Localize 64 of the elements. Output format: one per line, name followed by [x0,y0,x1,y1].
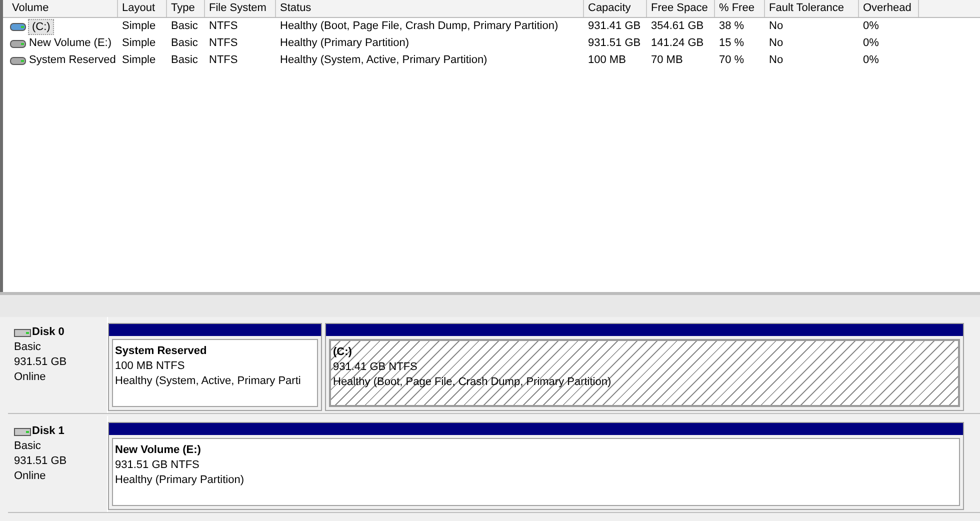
table-cell-text: NTFS [208,36,239,51]
disk-type: Basic [14,340,42,355]
column-header[interactable]: Volume [8,0,118,17]
partition-size: 931.51 GB NTFS [115,459,200,471]
partition-block[interactable]: System Reserved 100 MB NTFS Healthy (System, Active, Primary Parti [108,323,322,411]
table-cell-text: Healthy (Boot, Page File, Crash Dump, Primary Partition) [279,19,560,34]
column-header[interactable]: File System [205,0,276,17]
table-cell-text: 70 MB [650,53,684,68]
table-cell-text: Basic [170,19,199,34]
table-cell-text: No [768,19,784,34]
disk-name: Disk 1 [32,424,64,439]
partition-status: Healthy (System, Active, Primary Parti [115,375,301,387]
column-header[interactable]: Overhead [859,0,919,17]
table-cell-text: Simple [121,36,157,51]
table-cell-text: NTFS [208,53,239,68]
column-header[interactable]: Type [167,0,205,17]
disk-name: Disk 0 [32,325,64,340]
table-cell-text: 931.51 GB [587,36,642,51]
table-cell-text: Simple [121,53,157,68]
table-cell-text: 0% [862,36,880,51]
column-header[interactable]: Layout [118,0,167,17]
table-cell[interactable]: System Reserved [28,52,117,69]
column-header[interactable]: Capacity [584,0,647,17]
column-header[interactable]: Free Space [647,0,715,17]
partition-status: Healthy (Primary Partition) [115,474,244,486]
table-cell-text: No [768,36,784,51]
table-cell-text: 354.61 GB [650,19,705,34]
partition-status: Healthy (Boot, Page File, Crash Dump, Primary Partition) [333,376,612,388]
partition-size: 100 MB NTFS [115,360,185,372]
partition-name: System Reserved [115,345,207,357]
table-cell-text: 0% [862,53,880,68]
table-cell-text: 100 MB [587,53,627,68]
partition-block[interactable]: New Volume (E:) 931.51 GB NTFS Healthy (Primary Partition) [108,422,964,510]
splitter-bar[interactable] [0,292,980,317]
table-cell-text: 15 % [718,36,746,51]
table-cell-text: 931.41 GB [587,19,642,34]
partition-name: (C:) [333,346,352,358]
table-cell-text: 38 % [718,19,746,34]
partition-content[interactable]: New Volume (E:) 931.51 GB NTFS Healthy (Primary Partition) [112,438,960,506]
table-cell-text: Basic [170,53,199,68]
disk-size: 931.51 GB [14,454,68,469]
table-cell-text: Basic [170,36,199,51]
column-header[interactable]: % Free [715,0,765,17]
table-cell-text: NTFS [208,19,239,34]
partition-size: 931.41 GB NTFS [333,361,418,373]
table-cell-text: Simple [121,19,157,34]
disk-status: Online [14,469,47,484]
table-cell-text: 141.24 GB [650,36,705,51]
table-cell-text: 70 % [718,53,746,68]
disk-size: 931.51 GB [14,355,68,370]
table-cell[interactable]: (C:) [28,18,54,34]
column-header[interactable]: Status [276,0,584,17]
table-cell-text: No [768,53,784,68]
table-cell[interactable]: New Volume (E:) [28,35,113,52]
partition-content[interactable]: System Reserved 100 MB NTFS Healthy (System, Active, Primary Parti [112,339,318,407]
disk-type: Basic [14,439,42,454]
partition-name: New Volume (E:) [115,444,201,456]
table-cell-text: Healthy (Primary Partition) [279,36,410,51]
disk-status: Online [14,370,47,385]
table-cell-text: Healthy (System, Active, Primary Partition) [279,53,488,68]
table-cell-text: 0% [862,19,880,34]
column-header[interactable]: Fault Tolerance [765,0,859,17]
partition-block[interactable]: (C:) 931.41 GB NTFS Healthy (Boot, Page File, Crash Dump, Primary Partition) [325,323,964,411]
partition-content[interactable]: (C:) 931.41 GB NTFS Healthy (Boot, Page File, Crash Dump, Primary Partition) [329,339,960,407]
